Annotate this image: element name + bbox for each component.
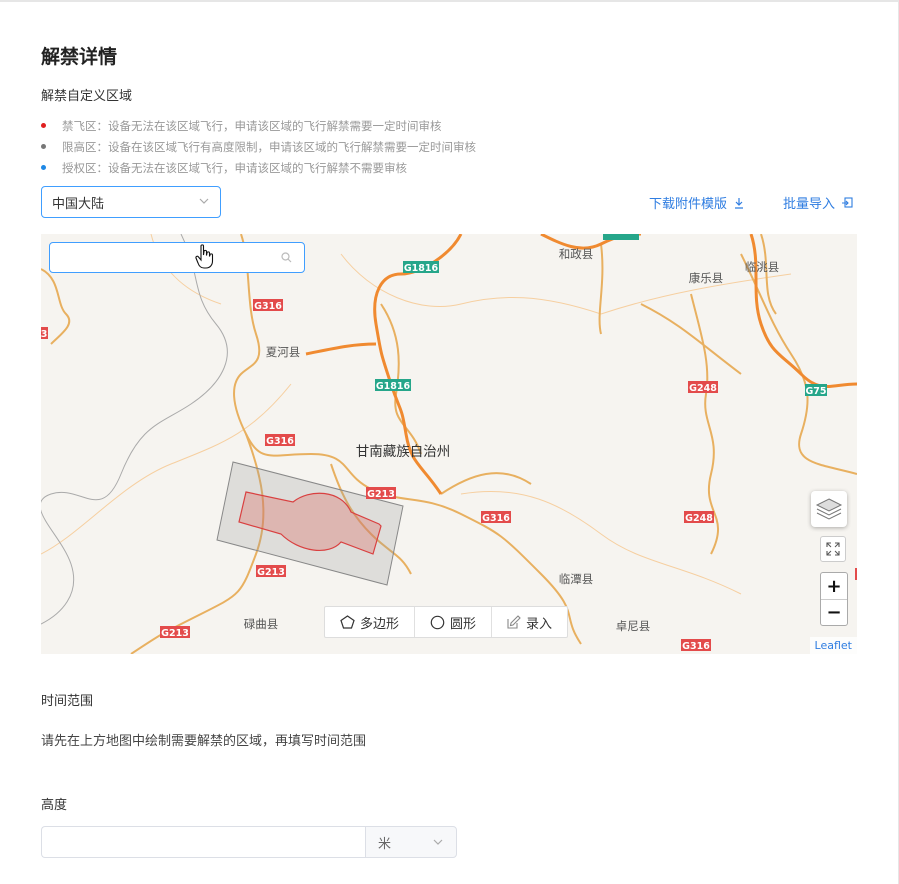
authorized-dot-icon [41, 165, 46, 170]
draw-circle-label: 圆形 [450, 616, 477, 632]
road-label: G1816 [376, 381, 411, 392]
draw-polygon-button[interactable]: 多边形 [325, 607, 416, 637]
leaflet-attribution-link[interactable]: Leaflet [809, 637, 857, 654]
road-label: G213 [257, 567, 285, 578]
legend-item-authorized: 授权区：设备无法在该区域飞行，申请该区域的飞行解禁不需要审核 [41, 157, 476, 178]
height-limit-dot-icon [41, 144, 46, 149]
road-label: G75 [805, 386, 826, 397]
legend-text: 禁飞区：设备无法在该区域飞行，申请该区域的飞行解禁需要一定时间审核 [62, 118, 442, 133]
map-search-input[interactable] [49, 242, 305, 273]
top-border [0, 0, 899, 2]
road-shield-g316-d: G316 [681, 639, 711, 652]
layer-switch-button[interactable] [811, 491, 847, 527]
chevron-down-icon [199, 198, 209, 204]
road-shield-g248-a: G248 [688, 381, 718, 394]
place-label-gannan: 甘南藏族自治州 [356, 444, 451, 460]
road-shield-g1816-c [603, 234, 639, 240]
road-shield-g316-b: G316 [265, 434, 295, 447]
map-basemap[interactable]: G1816 G1816 G316 G316 G316 G316 G213 G21… [41, 234, 857, 654]
road-shield-g75: G75 [805, 384, 827, 397]
place-label-xiahe: 夏河县 [266, 345, 301, 359]
layers-icon [815, 498, 843, 520]
zoom-in-button[interactable]: + [821, 573, 847, 599]
road-shield-g213-a: G213 [366, 487, 396, 500]
zoom-control: + − [820, 572, 848, 626]
page-title: 解禁详情 [41, 46, 118, 68]
road-shield-g1816-b: G1816 [375, 379, 411, 392]
nofly-dot-icon [41, 123, 46, 128]
fullscreen-button[interactable] [820, 536, 846, 562]
altitude-input[interactable] [41, 826, 366, 858]
place-label-lintao: 临洮县 [745, 260, 780, 274]
legend-item-nofly: 禁飞区：设备无法在该区域飞行，申请该区域的飞行解禁需要一定时间审核 [41, 115, 476, 136]
road-label: G316 [266, 436, 294, 447]
legend-text: 限高区：设备在该区域飞行有高度限制，申请该区域的飞行解禁需要一定时间审核 [62, 139, 476, 154]
time-range-label: 时间范围 [41, 694, 94, 709]
road-shield-g213-c: G213 [160, 626, 190, 639]
zoom-out-button[interactable]: − [821, 599, 847, 625]
legend-text: 授权区：设备无法在该区域飞行，申请该区域的飞行解禁不需要审核 [62, 160, 407, 175]
import-icon [842, 196, 853, 208]
polygon-icon [340, 615, 355, 629]
road-shield-g213-b: G213 [256, 565, 286, 578]
map-view[interactable]: G1816 G1816 G316 G316 G316 G316 G213 G21… [41, 234, 857, 654]
draw-polygon-label: 多边形 [360, 616, 400, 632]
place-label-hezheng: 和政县 [559, 247, 594, 261]
road-label: G248 [685, 513, 713, 524]
road-label: 3 [41, 329, 47, 340]
draw-circle-button[interactable]: 圆形 [415, 607, 493, 637]
road-label: G248 [689, 383, 717, 394]
fullscreen-icon [826, 542, 840, 556]
altitude-unit-value: 米 [378, 836, 392, 852]
entry-label: 录入 [526, 616, 553, 632]
batch-import-label: 批量导入 [783, 197, 836, 212]
legend-item-height-limit: 限高区：设备在该区域飞行有高度限制，申请该区域的飞行解禁需要一定时间审核 [41, 136, 476, 157]
download-template-label: 下载附件模版 [649, 197, 728, 212]
place-label-kangle: 康乐县 [689, 271, 724, 285]
batch-import-button[interactable]: 批量导入 [783, 193, 853, 212]
place-label-zhuoni: 卓尼县 [616, 619, 651, 633]
road-label: G1816 [404, 263, 439, 274]
section-subtitle: 解禁自定义区域 [41, 89, 133, 104]
road-shield-g1816-a: G1816 [403, 261, 439, 274]
region-select-value: 中国大陆 [52, 196, 105, 212]
road-shield-edge-left: 3 [41, 327, 48, 340]
road-shield-g316-c: G316 [481, 511, 511, 524]
road-label: G316 [254, 301, 282, 312]
place-label-luqu: 碌曲县 [244, 617, 279, 631]
road-label: G316 [482, 513, 510, 524]
chevron-down-icon [433, 839, 443, 845]
download-icon [735, 197, 744, 209]
road-label: G213 [367, 489, 395, 500]
road-shield-g316-a: G316 [253, 299, 283, 312]
region-select[interactable]: 中国大陆 [41, 186, 221, 218]
circle-icon [430, 615, 445, 629]
search-icon[interactable] [281, 252, 292, 263]
road-shield-g248-b: G248 [684, 511, 714, 524]
time-range-hint: 请先在上方地图中绘制需要解禁的区域，再填写时间范围 [41, 734, 367, 749]
road-label: G316 [682, 641, 710, 652]
edit-icon [507, 615, 521, 629]
altitude-label: 高度 [41, 798, 68, 813]
zone-legend: 禁飞区：设备无法在该区域飞行，申请该区域的飞行解禁需要一定时间审核 限高区：设备… [41, 115, 476, 178]
road-label: G213 [161, 628, 189, 639]
draw-toolbar: 多边形 圆形 录入 [324, 606, 569, 638]
altitude-unit-select[interactable]: 米 [365, 826, 457, 858]
place-label-lintan: 临潭县 [559, 572, 594, 586]
entry-button[interactable]: 录入 [492, 607, 567, 637]
hand-cursor-icon [195, 244, 214, 269]
download-template-button[interactable]: 下载附件模版 [649, 193, 745, 212]
